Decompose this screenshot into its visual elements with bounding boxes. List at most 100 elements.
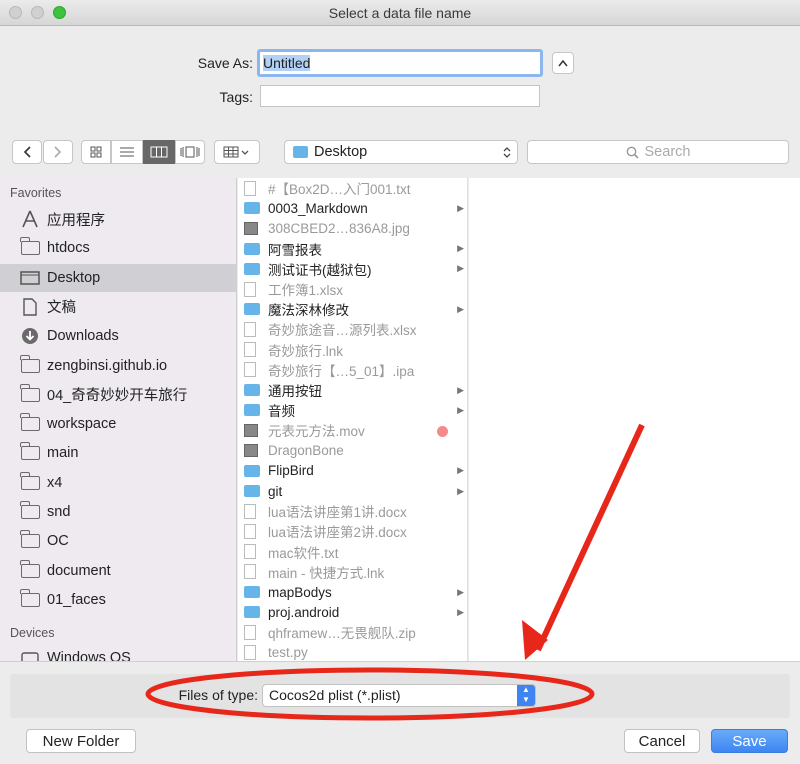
sidebar-item-1[interactable]: 应用程序 [0, 205, 236, 233]
file-row[interactable]: 308CBED2…836A8.jpg [238, 218, 467, 238]
file-name: mac软件.txt [268, 545, 339, 561]
file-row[interactable]: FlipBird ▶ [238, 461, 467, 481]
disclosure-arrow-icon: ▶ [457, 485, 464, 496]
sidebar-item-4[interactable]: 文稿 [0, 293, 236, 321]
column-view-button[interactable] [143, 140, 175, 164]
chevron-left-icon [23, 146, 31, 158]
icon-view-button[interactable] [81, 140, 111, 164]
file-row[interactable]: mapBodys ▶ [238, 582, 467, 602]
file-row[interactable]: 奇妙旅行【…5_01】.ipa [238, 360, 467, 380]
sidebar-device-1[interactable]: Windows OS [0, 644, 236, 661]
file-type-select[interactable]: Cocos2d plist (*.plist) ▲ ▼ [262, 684, 536, 707]
cover-flow-button[interactable] [175, 140, 205, 164]
file-row[interactable]: 阿雪报表 ▶ [238, 239, 467, 259]
sidebar-item-label: Windows OS [47, 650, 131, 661]
tags-field[interactable] [260, 85, 540, 107]
tags-label: Tags: [219, 89, 253, 105]
collapse-button[interactable] [552, 52, 574, 74]
file-row[interactable]: lua语法讲座第1讲.docx [238, 501, 467, 521]
sidebar-item-5[interactable]: Downloads [0, 322, 236, 350]
sidebar-item-12[interactable]: OC [0, 527, 236, 555]
file-row[interactable]: 音频 ▶ [238, 400, 467, 420]
new-folder-button[interactable]: New Folder [26, 729, 136, 753]
document-icon [244, 180, 256, 196]
file-row[interactable]: DragonBone [238, 441, 467, 461]
sidebar-item-label: 04_奇奇妙妙开车旅行 [47, 388, 188, 405]
file-row[interactable]: 奇妙旅行.lnk [238, 340, 467, 360]
file-name: lua语法讲座第1讲.docx [268, 505, 407, 521]
list-view-button[interactable] [111, 140, 143, 164]
file-name: 0003_Markdown [268, 200, 368, 216]
file-row[interactable]: 元表元方法.mov [238, 420, 467, 440]
file-name: 阿雪报表 [268, 242, 322, 258]
location-dropdown[interactable]: Desktop [284, 140, 518, 164]
folder-icon [19, 442, 41, 462]
file-name: 测试证书(越狱包) [268, 262, 372, 278]
sidebar-item-2[interactable]: htdocs [0, 234, 236, 262]
sidebar-item-11[interactable]: snd [0, 498, 236, 526]
file-row[interactable]: qhframew…无畏舰队.zip [238, 622, 467, 642]
sidebar-item-7[interactable]: 04_奇奇妙妙开车旅行 [0, 381, 236, 409]
chevron-right-icon [54, 146, 62, 158]
file-row[interactable]: 通用按钮 ▶ [238, 380, 467, 400]
file-name: 奇妙旅途音…源列表.xlsx [268, 323, 417, 339]
sidebar-item-label: snd [47, 504, 71, 520]
sidebar-item-10[interactable]: x4 [0, 469, 236, 497]
file-row[interactable]: 工作簿1.xlsx [238, 279, 467, 299]
file-name: git [268, 483, 283, 499]
file-name: DragonBone [268, 443, 344, 459]
file-column[interactable]: #【Box2D…入门001.txt 0003_Markdown ▶ 308CBED2…… [238, 178, 468, 661]
grid-view-icon [90, 146, 102, 158]
sidebar-item-9[interactable]: main [0, 439, 236, 467]
file-row[interactable]: 测试证书(越狱包) ▶ [238, 259, 467, 279]
back-button[interactable] [12, 140, 42, 164]
file-row[interactable]: mac软件.txt [238, 542, 467, 562]
file-row[interactable]: lua语法讲座第2讲.docx [238, 521, 467, 541]
documents-icon [19, 298, 41, 316]
file-row[interactable]: 魔法深林修改 ▶ [238, 299, 467, 319]
file-row[interactable]: #【Box2D…入门001.txt [238, 178, 467, 198]
search-icon [626, 146, 639, 159]
folder-icon [244, 586, 260, 598]
folder-icon [244, 262, 260, 275]
file-row[interactable]: proj.android ▶ [238, 602, 467, 622]
file-row[interactable]: 奇妙旅途音…源列表.xlsx [238, 319, 467, 339]
file-row[interactable]: 0003_Markdown ▶ [238, 198, 467, 218]
sidebar-item-label: Desktop [47, 269, 101, 286]
cancel-button[interactable]: Cancel [624, 729, 700, 753]
file-row[interactable]: test.py [238, 643, 467, 661]
arrange-button[interactable] [214, 140, 260, 164]
sidebar-item-8[interactable]: workspace [0, 410, 236, 438]
document-icon [244, 523, 256, 539]
sidebar-item-6[interactable]: zengbinsi.github.io [0, 352, 236, 380]
folder-icon [293, 146, 308, 158]
save-button[interactable]: Save [711, 729, 788, 753]
file-name: 奇妙旅行【…5_01】.ipa [268, 363, 415, 379]
forward-button[interactable] [43, 140, 73, 164]
file-row[interactable]: git ▶ [238, 481, 467, 501]
folder-icon [244, 384, 260, 396]
search-field[interactable]: Search [527, 140, 789, 164]
folder-icon [244, 404, 260, 417]
list-view-icon [120, 147, 134, 157]
sidebar-item-14[interactable]: 01_faces [0, 586, 236, 614]
sidebar: Favorites 应用程序 htdocs Desktop 文稿 Downloads ze… [0, 178, 237, 661]
folder-icon [244, 464, 260, 477]
disclosure-arrow-icon: ▶ [457, 606, 464, 617]
folder-icon [19, 530, 41, 550]
folder-icon [244, 303, 260, 316]
sidebar-item-3[interactable]: Desktop [0, 263, 236, 292]
file-row[interactable]: main - 快捷方式.lnk [238, 562, 467, 582]
document-icon [244, 624, 256, 640]
document-icon [244, 564, 256, 580]
folder-icon [19, 383, 41, 404]
save-as-field[interactable]: Untitled [257, 49, 543, 77]
sidebar-item-label: workspace [47, 416, 117, 433]
file-name: 通用按钮 [268, 384, 322, 399]
location-label: Desktop [314, 144, 368, 160]
title-bar: Select a data file name [0, 0, 800, 26]
document-icon [244, 503, 256, 519]
sidebar-item-13[interactable]: document [0, 557, 236, 585]
save-as-value: Untitled [263, 55, 311, 71]
folder-icon [19, 471, 41, 492]
